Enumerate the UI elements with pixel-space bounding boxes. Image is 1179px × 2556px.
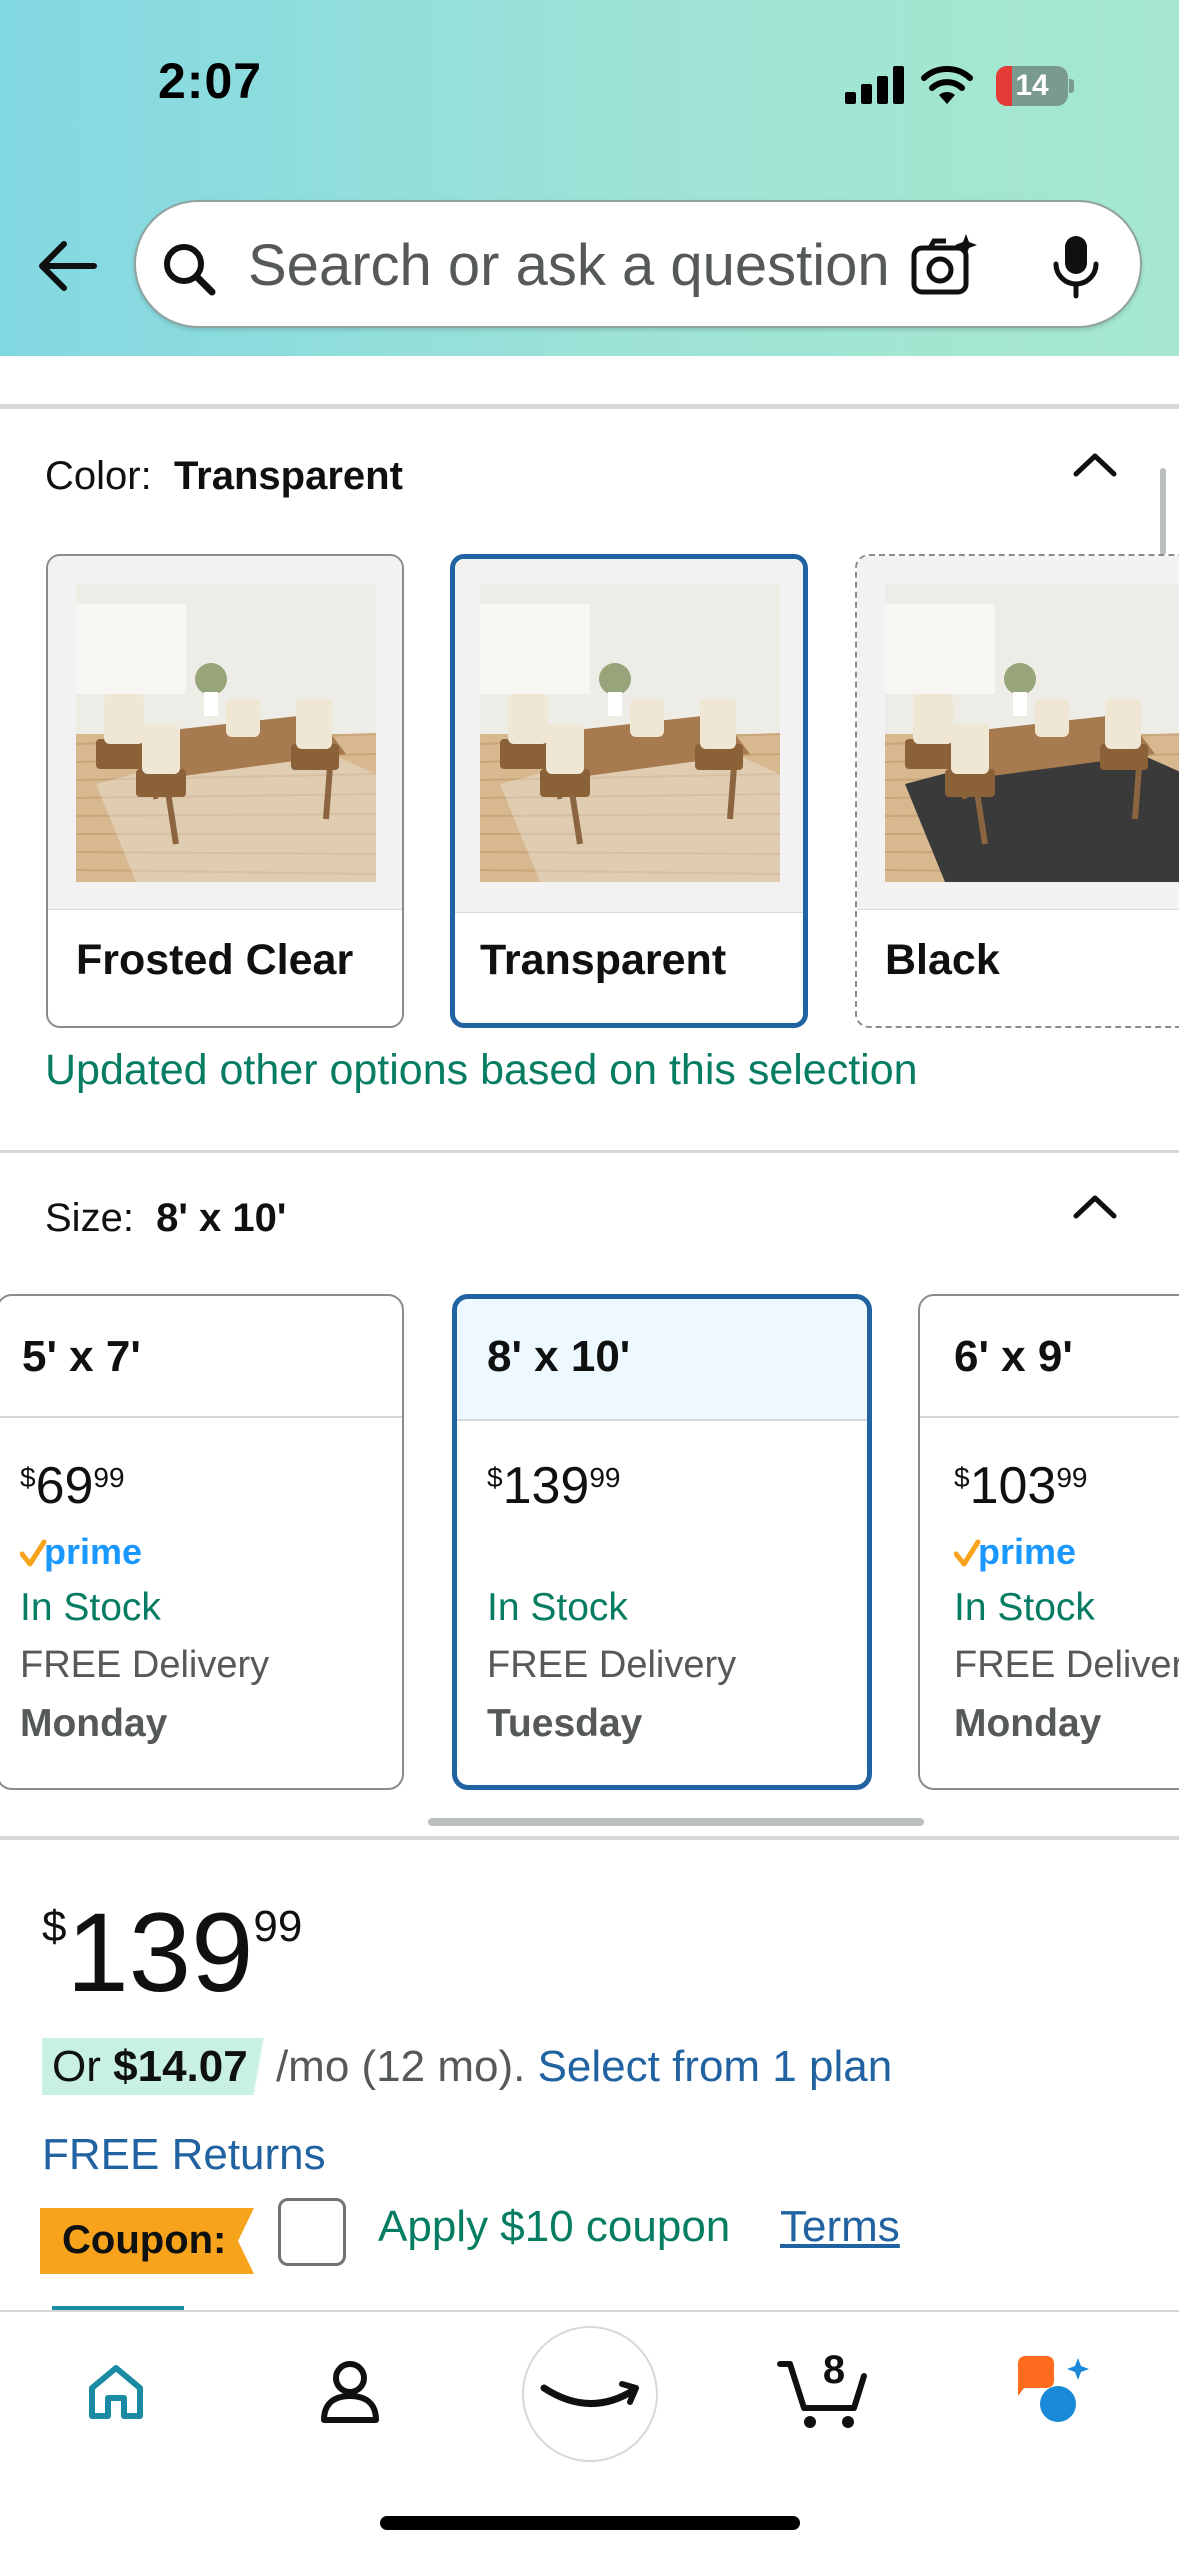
collapse-color-chevron-icon[interactable] [1070, 448, 1120, 480]
size-option-label: 8' x 10' [487, 1332, 631, 1381]
coupon-badge-label: Coupon: [62, 2218, 227, 2262]
color-option-label: Frosted Clear [76, 936, 354, 984]
size-option-label: 5' x 7' [22, 1332, 141, 1381]
size-option-label: 6' x 9' [954, 1332, 1073, 1381]
account-icon[interactable] [318, 2358, 382, 2426]
rufus-assistant-icon[interactable] [1014, 2352, 1094, 2428]
apply-coupon-label[interactable]: Apply $10 coupon [378, 2202, 730, 2252]
camera-search-icon[interactable] [908, 230, 980, 302]
size-option-price: $10399 [954, 1457, 1088, 1515]
color-option-frosted-clear[interactable]: Frosted Clear [46, 554, 404, 1028]
size-label: Size: [45, 1196, 134, 1240]
color-option-transparent[interactable]: Transparent [450, 554, 808, 1028]
size-option-price: $13999 [487, 1457, 621, 1515]
color-option-label: Black [885, 936, 1000, 984]
prime-text: prime [44, 1532, 142, 1572]
wifi-icon [921, 66, 973, 104]
delivery-text: FREE Delivery [20, 1644, 270, 1686]
select-plan-link[interactable]: Select from 1 plan [538, 2042, 893, 2091]
coupon-badge: Coupon: [40, 2208, 254, 2274]
battery-level: 14 [1015, 69, 1049, 102]
size-value: 8' x 10' [156, 1196, 287, 1240]
search-icon [164, 244, 216, 296]
stock-status: In Stock [954, 1586, 1095, 1629]
search-input[interactable]: Search or ask a question [248, 232, 968, 299]
size-option-6x9[interactable]: 6' x 9' $10399 prime In Stock FREE Deliv… [918, 1294, 1179, 1790]
header: 2:07 14 Search or ask a question [0, 0, 1179, 356]
home-icon[interactable] [84, 2360, 148, 2424]
amazon-smile-button[interactable] [522, 2326, 658, 2462]
installment-offer: Or $14.07 /mo (12 mo). Select from 1 pla… [42, 2038, 893, 2095]
delivery-day: Monday [20, 1702, 168, 1745]
prime-text: prime [978, 1532, 1076, 1572]
status-time: 2:07 [158, 53, 263, 109]
divider [0, 1150, 1179, 1153]
size-carousel-scrollbar[interactable] [428, 1818, 924, 1826]
color-option-label: Transparent [480, 936, 727, 984]
battery-icon: 14 [996, 66, 1074, 106]
installment-amount: $14.07 [113, 2042, 248, 2091]
size-option-price: $6999 [20, 1457, 125, 1515]
installment-terms: /mo (12 mo). [275, 2042, 526, 2091]
home-indicator[interactable] [380, 2516, 800, 2530]
cellular-signal-icon [845, 66, 905, 104]
cart-button[interactable]: 8 [776, 2348, 872, 2432]
product-page: 2:07 14 Search or ask a question Color: … [0, 0, 1179, 2556]
size-option-8x10[interactable]: 8' x 10' $13999 In Stock FREE Delivery T… [452, 1294, 872, 1790]
product-thumbnail [885, 584, 1179, 882]
delivery-day: Monday [954, 1702, 1102, 1745]
product-thumbnail [480, 584, 780, 882]
color-label-row: Color: Transparent [45, 454, 403, 499]
selection-notice: Updated other options based on this sele… [45, 1046, 918, 1094]
price-cents: 99 [253, 1902, 303, 1951]
divider [0, 1836, 1179, 1840]
price-whole: 139 [66, 1890, 254, 2015]
color-option-black[interactable]: Black [855, 554, 1179, 1028]
product-thumbnail [76, 584, 376, 882]
delivery-day: Tuesday [487, 1702, 643, 1745]
amazon-smile-icon [540, 2381, 639, 2407]
prime-logo-icon: prime [954, 1532, 1076, 1572]
color-label: Color: [45, 454, 152, 498]
coupon-terms-link[interactable]: Terms [780, 2202, 900, 2252]
delivery-text: FREE Delivery [954, 1644, 1179, 1686]
delivery-text: FREE Delivery [487, 1644, 737, 1686]
free-returns-link[interactable]: FREE Returns [42, 2130, 326, 2180]
coupon-checkbox[interactable] [278, 2198, 346, 2266]
stock-status: In Stock [487, 1586, 628, 1629]
size-option-5x7[interactable]: 5' x 7' $6999 prime In Stock FREE Delive… [0, 1294, 404, 1790]
search-bar[interactable]: Search or ask a question [134, 200, 1142, 328]
size-label-row: Size: 8' x 10' [45, 1196, 286, 1241]
cart-count: 8 [822, 2348, 846, 2392]
stock-status: In Stock [20, 1586, 161, 1629]
microphone-icon[interactable] [1048, 232, 1104, 302]
color-value: Transparent [173, 454, 403, 498]
product-price: $13999 [42, 1890, 303, 2015]
prime-logo-icon: prime [20, 1532, 142, 1572]
back-arrow-icon[interactable] [34, 236, 98, 296]
collapse-size-chevron-icon[interactable] [1070, 1190, 1120, 1222]
divider [0, 404, 1179, 409]
